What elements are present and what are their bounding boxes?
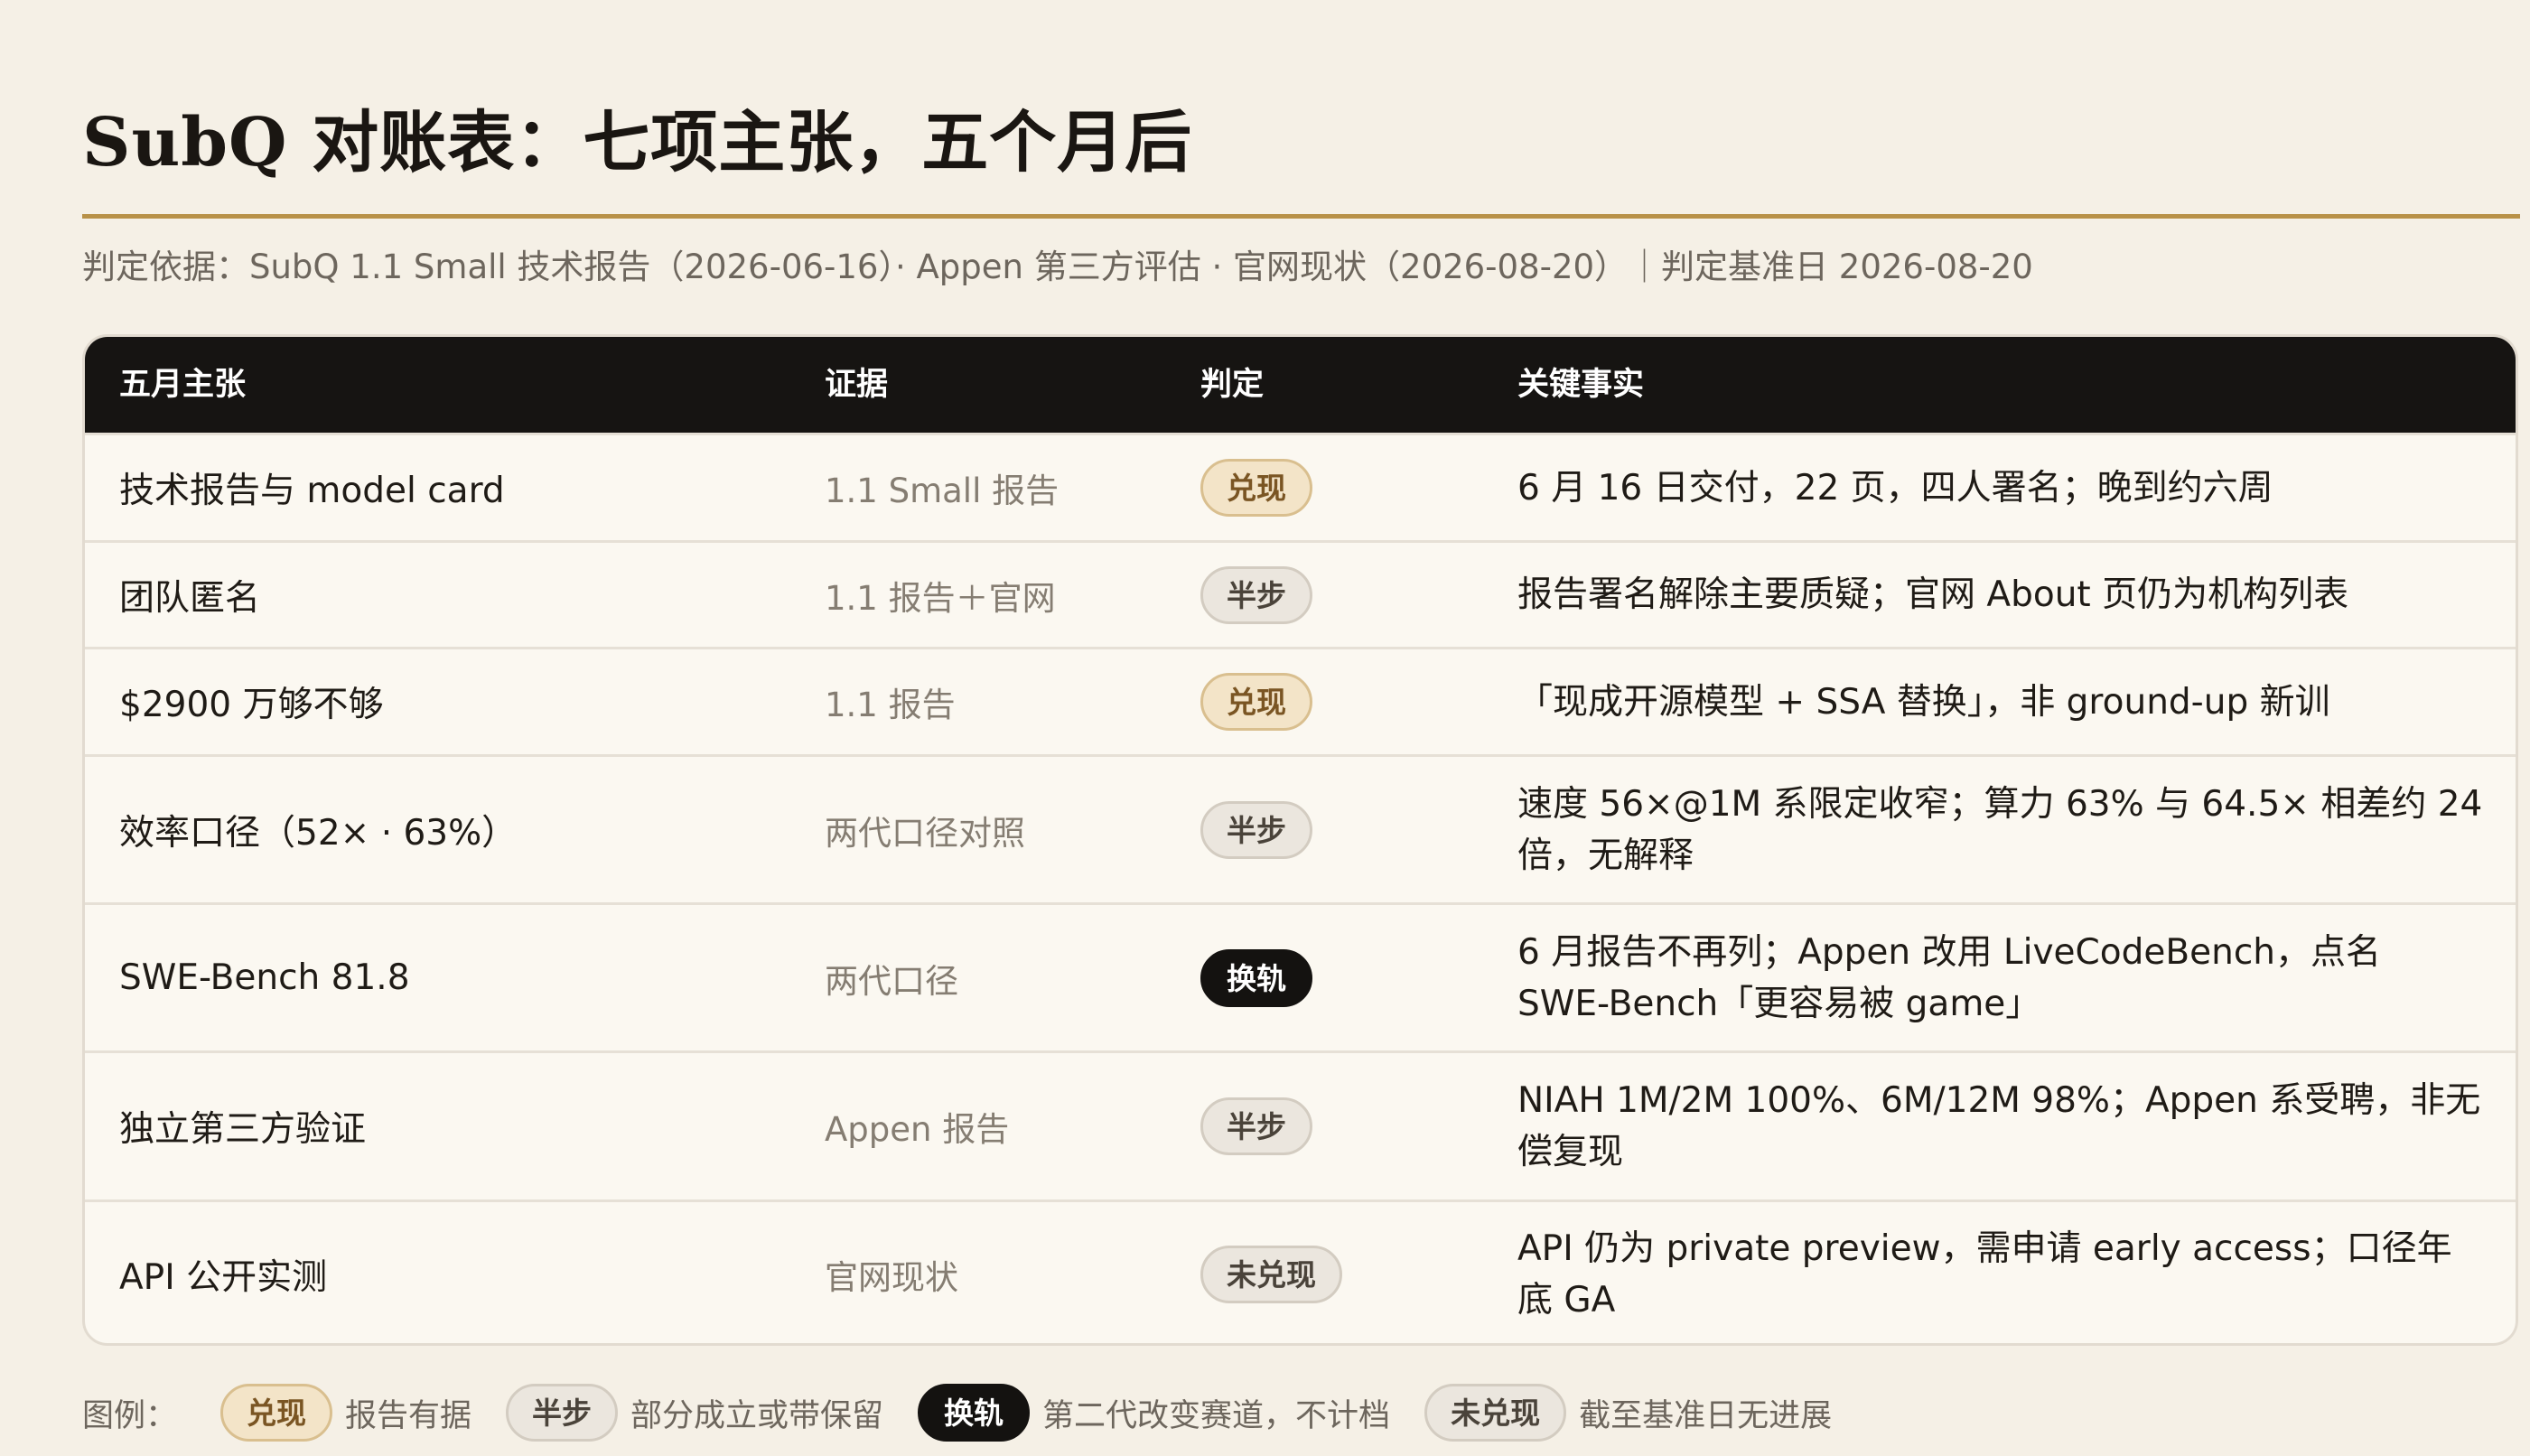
legend: 图例： 兑现 报告有据 半步 部分成立或带保留 换轨 第二代改变赛道，不计档 未… — [82, 1382, 1866, 1443]
evidence-cell: 两代口径对照 — [825, 813, 1025, 853]
table-row: SWE-Bench 81.8 两代口径 换轨 6 月报告不再列；Appen 改用… — [85, 902, 2516, 1050]
legend-label: 图例： — [82, 1397, 178, 1434]
claim-cell: API 公开实测 — [119, 1256, 328, 1298]
legend-badge-half: 半步 — [506, 1384, 619, 1442]
verdict-badge: 半步 — [1200, 565, 1312, 624]
facts-cell: 速度 56×@1M 系限定收窄；算力 63% 与 64.5× 相差约 24 倍，… — [1517, 757, 2484, 902]
facts-text: 「现成开源模型 + SSA 替换」，非 ground-up 新训 — [1517, 681, 2330, 723]
verdict-cell: 兑现 — [1200, 435, 1489, 540]
facts-cell: 6 月 16 日交付，22 页，四人署名；晚到约六周 — [1517, 435, 2484, 540]
evidence-cell: 官网现状 — [825, 1257, 958, 1297]
verdict-cell: 半步 — [1200, 757, 1489, 902]
claim-cell: 团队匿名 — [119, 577, 261, 619]
verdict-cell: 半步 — [1200, 543, 1489, 647]
evidence-cell: 1.1 报告＋官网 — [825, 578, 1056, 618]
verdict-cell: 兑现 — [1200, 649, 1489, 754]
title-divider — [82, 214, 2520, 219]
claim-cell: 效率口径（52× · 63%） — [119, 812, 518, 854]
facts-text: 速度 56×@1M 系限定收窄；算力 63% 与 64.5× 相差约 24 倍，… — [1517, 783, 2483, 876]
header-verdict: 判定 — [1200, 367, 1265, 403]
claim-cell: 独立第三方验证 — [119, 1109, 367, 1150]
table-row: 团队匿名 1.1 报告＋官网 半步 报告署名解除主要质疑；官网 About 页仍… — [85, 540, 2516, 647]
page-title: SubQ 对账表：七项主张，五个月后 — [82, 104, 1193, 182]
facts-text: API 仍为 private preview，需申请 early access；… — [1517, 1227, 2452, 1321]
table-row: 技术报告与 model card 1.1 Small 报告 兑现 6 月 16 … — [85, 433, 2516, 540]
facts-cell: NIAH 1M/2M 100%、6M/12M 98%；Appen 系受聘，非无偿… — [1517, 1053, 2484, 1199]
table-row: 独立第三方验证 Appen 报告 半步 NIAH 1M/2M 100%、6M/1… — [85, 1050, 2516, 1199]
verdict-badge: 兑现 — [1200, 459, 1312, 517]
verdict-cell: 换轨 — [1200, 905, 1489, 1050]
verdict-cell: 半步 — [1200, 1053, 1489, 1199]
verdict-badge: 未兑现 — [1200, 1245, 1342, 1303]
verdict-badge: 半步 — [1200, 1097, 1312, 1155]
facts-text: NIAH 1M/2M 100%、6M/12M 98%；Appen 系受聘，非无偿… — [1517, 1080, 2481, 1172]
header-claim: 五月主张 — [119, 367, 247, 403]
facts-text: 6 月 16 日交付，22 页，四人署名；晚到约六周 — [1517, 467, 2273, 509]
facts-cell: API 仍为 private preview，需申请 early access；… — [1517, 1202, 2484, 1343]
legend-desc-miss: 截至基准日无进展 — [1579, 1397, 1833, 1434]
reconciliation-page: SubQ 对账表：七项主张，五个月后 判定依据：SubQ 1.1 Small 技… — [0, 0, 2530, 1456]
evidence-cell: 1.1 Small 报告 — [825, 471, 1060, 510]
claims-table: 五月主张 证据 判定 关键事实 技术报告与 model card 1.1 Sma… — [82, 334, 2518, 1346]
table-row: 效率口径（52× · 63%） 两代口径对照 半步 速度 56×@1M 系限定收… — [85, 754, 2516, 902]
table-row: API 公开实测 官网现状 未兑现 API 仍为 private preview… — [85, 1199, 2516, 1343]
legend-desc-switch: 第二代改变赛道，不计档 — [1042, 1397, 1391, 1434]
claim-cell: SWE-Bench 81.8 — [119, 957, 410, 998]
table-header: 五月主张 证据 判定 关键事实 — [85, 337, 2516, 433]
claim-cell: $2900 万够不够 — [119, 685, 384, 725]
legend-desc-half: 部分成立或带保留 — [630, 1397, 884, 1434]
header-evidence: 证据 — [825, 367, 889, 403]
table-row: $2900 万够不够 1.1 报告 兑现 「现成开源模型 + SSA 替换」，非… — [85, 647, 2516, 754]
legend-badge-hit: 兑现 — [220, 1384, 333, 1442]
facts-cell: 6 月报告不再列；Appen 改用 LiveCodeBench，点名 SWE-B… — [1517, 905, 2484, 1050]
facts-text: 报告署名解除主要质疑；官网 About 页仍为机构列表 — [1517, 574, 2349, 615]
legend-desc-hit: 报告有据 — [345, 1397, 472, 1434]
verdict-badge: 半步 — [1200, 800, 1312, 859]
legend-badge-switch: 换轨 — [918, 1384, 1031, 1442]
evidence-cell: 两代口径 — [825, 961, 958, 1001]
verdict-cell: 未兑现 — [1200, 1202, 1489, 1343]
verdict-badge: 兑现 — [1200, 673, 1312, 731]
header-facts: 关键事实 — [1517, 367, 1645, 403]
claim-cell: 技术报告与 model card — [119, 471, 505, 511]
judgment-basis: 判定依据：SubQ 1.1 Small 技术报告（2026-06-16）· Ap… — [82, 247, 2033, 286]
legend-badge-miss: 未兑现 — [1424, 1384, 1567, 1442]
facts-cell: 报告署名解除主要质疑；官网 About 页仍为机构列表 — [1517, 543, 2484, 647]
evidence-cell: 1.1 报告 — [825, 686, 956, 724]
verdict-badge: 换轨 — [1200, 948, 1312, 1007]
facts-cell: 「现成开源模型 + SSA 替换」，非 ground-up 新训 — [1517, 649, 2484, 754]
facts-text: 6 月报告不再列；Appen 改用 LiveCodeBench，点名 SWE-B… — [1517, 931, 2382, 1024]
evidence-cell: Appen 报告 — [825, 1110, 1010, 1149]
